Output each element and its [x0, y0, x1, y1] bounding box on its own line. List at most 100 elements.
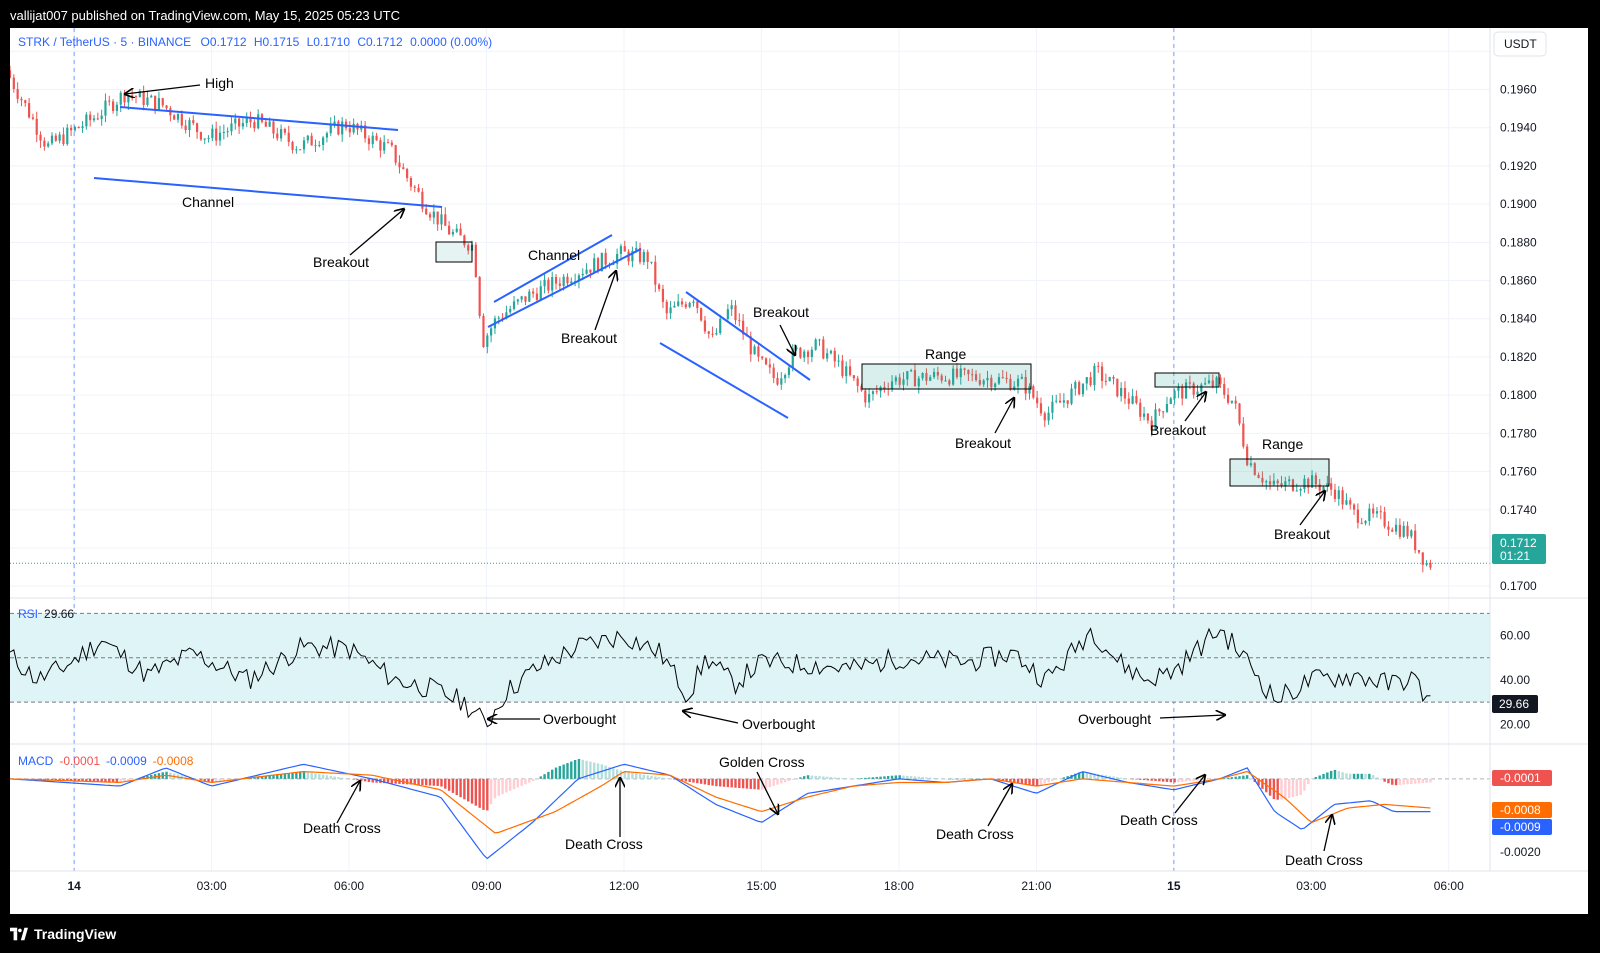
macd-hist-bar: [562, 764, 565, 779]
macd-hist-bar: [1150, 778, 1153, 781]
macd-hist-bar: [352, 778, 355, 780]
brand-name: TradingView: [34, 926, 117, 942]
macd-hist-bar: [1207, 778, 1211, 780]
candle-body: [1093, 365, 1096, 386]
rsi-tick-label: 60.00: [1500, 629, 1530, 643]
time-tick-label: 09:00: [472, 879, 502, 893]
macd-hist-bar: [405, 778, 409, 785]
macd-hist-bar: [684, 778, 688, 782]
svg-text:STRK / TetherUS · 5 · BINANCE: STRK / TetherUS · 5 · BINANCE O0.1712 H0…: [18, 35, 492, 49]
candle-body: [730, 305, 733, 310]
candle-body: [73, 126, 77, 131]
price-tick-label: 0.1900: [1500, 197, 1537, 211]
candle-body: [623, 246, 626, 252]
macd-hist-bar: [772, 778, 775, 786]
macd-tag-signal: -0.0008: [1500, 803, 1541, 817]
candle-body: [310, 135, 313, 146]
candle-body: [547, 279, 550, 291]
candle-body: [512, 301, 516, 309]
channel-3-bottom: [659, 342, 789, 419]
macd-hist-bar: [360, 778, 363, 781]
rsi-value-tag: 29.66: [1492, 695, 1538, 713]
candle-body: [871, 391, 875, 395]
price-axis: 0.19800.19600.19400.19200.19000.18800.18…: [1500, 44, 1537, 593]
candle-body: [192, 120, 195, 124]
macd-hist-bar: [692, 778, 695, 783]
candle-body: [1337, 490, 1340, 499]
macd-hist-bar: [657, 777, 661, 779]
macd-hist-bar: [1177, 778, 1180, 783]
macd-hist-bar: [459, 778, 462, 798]
candle-body: [1181, 387, 1184, 399]
time-tick-label: 15: [1167, 879, 1181, 893]
candle-body: [96, 118, 99, 120]
currency-button[interactable]: USDT: [1493, 31, 1547, 57]
svg-text:MACD-0.0001-0.0009-0.0008: MACD -0.0001 -0.0009 -0.0008: [18, 754, 194, 768]
candle-body: [780, 378, 783, 385]
candle-body: [654, 261, 657, 285]
candle-body: [474, 244, 477, 278]
time-axis: 14 03:00 06:00 09:00 12:00 15:00 18:00 21:00 15 0…: [67, 879, 1464, 893]
candle-body: [352, 123, 355, 133]
candle-body: [253, 122, 256, 129]
macd-hist-bar: [1364, 773, 1367, 779]
candle-body: [833, 350, 836, 362]
candle-body: [211, 128, 214, 139]
candle-body: [692, 301, 695, 303]
candle-body: [1108, 377, 1111, 382]
macd-hist-bar: [493, 778, 497, 799]
candle-body: [35, 118, 38, 135]
candle-body: [127, 95, 130, 103]
tradingview-brand[interactable]: TradingView: [10, 926, 116, 942]
macd-hist-bar: [1203, 778, 1207, 780]
candle-body: [104, 100, 107, 116]
candle-body: [497, 317, 500, 319]
last-price-tag: 0.1712 01:21: [1492, 534, 1546, 564]
macd-hist-bar: [474, 778, 478, 806]
macd-hist-bar: [455, 778, 458, 796]
ohlc-high: H0.1715: [254, 35, 300, 49]
macd-tag-macd: -0.0009: [1500, 820, 1541, 834]
candle-body: [1234, 400, 1237, 404]
macd-hist-bar: [631, 772, 634, 779]
candle-body: [868, 394, 871, 403]
macd-hist-bar: [1368, 773, 1371, 779]
candle-body: [276, 133, 279, 139]
price-tick-label: 0.1700: [1500, 579, 1537, 593]
tradingview-logo-icon: [10, 927, 28, 941]
candle-body: [1100, 366, 1104, 381]
candle-body: [852, 375, 855, 379]
candle-body: [1135, 396, 1138, 403]
macd-value: -0.0009: [106, 754, 147, 768]
macd-hist-bar: [833, 777, 836, 779]
annotation-breakout-6: Breakout: [1274, 526, 1330, 542]
macd-hist-bar: [1047, 778, 1050, 783]
macd-hist-bar: [566, 763, 569, 779]
candle-body: [257, 114, 260, 129]
chart-frame[interactable]: 0.19800.19600.19400.19200.19000.18800.18…: [10, 28, 1588, 914]
macd-hist-bar: [818, 776, 821, 779]
candle-body: [1410, 530, 1413, 537]
macd-hist-bar: [948, 778, 951, 780]
macd-hist-bar: [1287, 778, 1291, 799]
candle-body: [379, 140, 382, 151]
macd-hist-bar: [883, 776, 886, 779]
candle-body: [784, 375, 787, 379]
candle-body: [661, 288, 665, 302]
chart-svg[interactable]: 0.19800.19600.19400.19200.19000.18800.18…: [10, 28, 1588, 914]
candle-body: [554, 276, 558, 284]
candle-body: [440, 214, 443, 225]
macd-hist-bar: [803, 776, 806, 779]
macd-hist-bar: [909, 776, 913, 779]
macd-hist-bar: [699, 778, 703, 784]
macd-hist-bar: [573, 759, 577, 779]
macd-hist-bar: [1318, 775, 1321, 779]
macd-hist-bar: [1398, 778, 1402, 785]
macd-hist-bar: [1043, 778, 1046, 784]
macd-hist-bar: [635, 773, 638, 779]
candle-body: [829, 350, 833, 354]
macd-hist-bar: [444, 778, 447, 789]
candle-body: [768, 364, 771, 368]
price-tick-label: 0.1820: [1500, 350, 1537, 364]
candle-body: [658, 284, 661, 289]
